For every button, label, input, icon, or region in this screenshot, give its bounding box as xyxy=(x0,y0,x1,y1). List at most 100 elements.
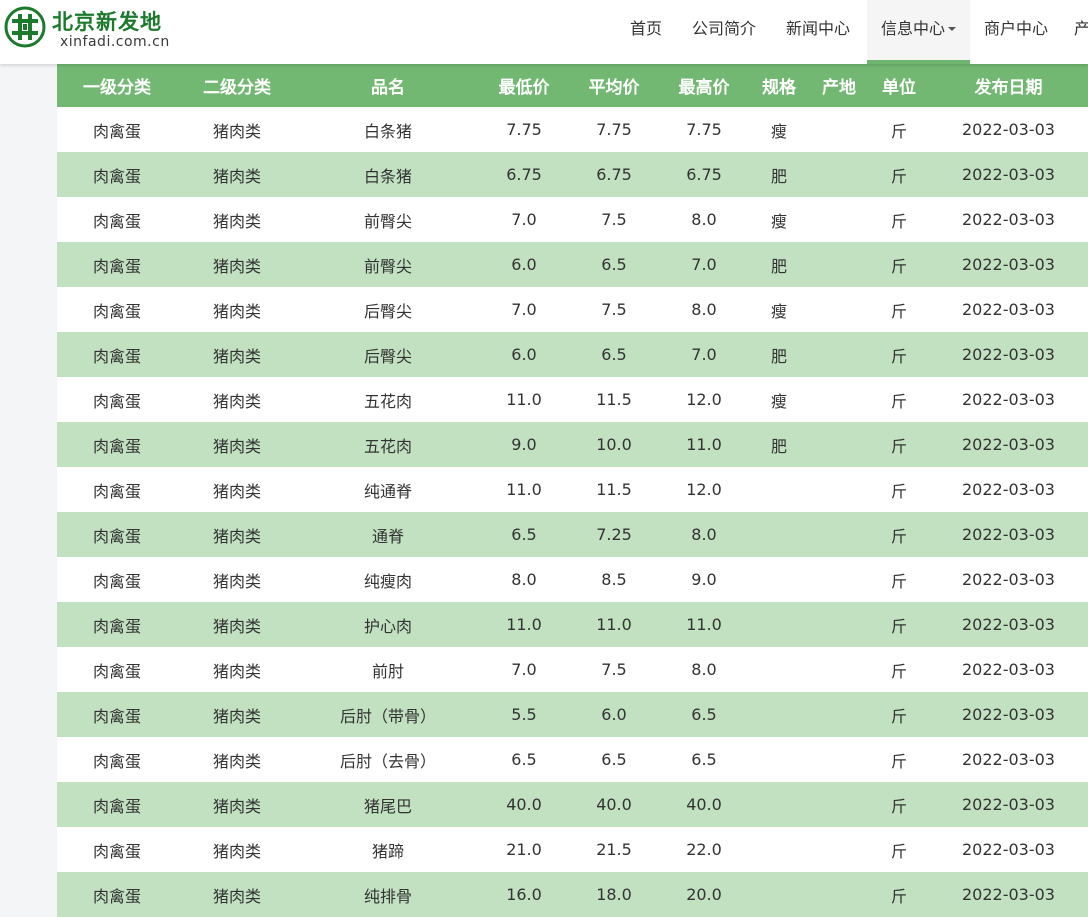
nav-item-company-intro[interactable]: 公司简介 xyxy=(680,0,768,64)
avg-price-cell: 6.5 xyxy=(569,242,659,287)
category-l2-cell: 猪肉类 xyxy=(177,692,297,737)
table-row: 肉禽蛋 猪肉类 猪尾巴 40.0 40.0 40.0 斤 2022-03-03 xyxy=(57,782,1088,827)
table-row: 肉禽蛋 猪肉类 后臀尖 7.0 7.5 8.0 瘦 斤 2022-03-03 xyxy=(57,287,1088,332)
category-l2-cell: 猪肉类 xyxy=(177,602,297,647)
spec-cell xyxy=(749,467,809,512)
date-cell: 2022-03-03 xyxy=(929,467,1088,512)
main-nav: 首页 公司简介 新闻中心 信息中心 商户中心 产 xyxy=(616,0,1088,64)
unit-cell: 斤 xyxy=(869,242,929,287)
nav-item-info-center[interactable]: 信息中心 xyxy=(867,0,970,64)
column-header: 品名 xyxy=(297,64,479,107)
max-price-cell: 40.0 xyxy=(659,782,749,827)
nav-item-merchant-center[interactable]: 商户中心 xyxy=(972,0,1060,64)
max-price-cell: 22.0 xyxy=(659,827,749,872)
max-price-cell: 11.0 xyxy=(659,602,749,647)
unit-cell: 斤 xyxy=(869,467,929,512)
product-name-cell: 猪蹄 xyxy=(297,827,479,872)
avg-price-cell: 6.5 xyxy=(569,737,659,782)
origin-cell xyxy=(809,467,869,512)
spec-cell xyxy=(749,872,809,917)
table-row: 肉禽蛋 猪肉类 纯瘦肉 8.0 8.5 9.0 斤 2022-03-03 xyxy=(57,557,1088,602)
spec-cell: 瘦 xyxy=(749,197,809,242)
min-price-cell: 21.0 xyxy=(479,827,569,872)
nav-item-news-center[interactable]: 新闻中心 xyxy=(774,0,862,64)
logo-domain: xinfadi.com.cn xyxy=(60,34,170,50)
avg-price-cell: 21.5 xyxy=(569,827,659,872)
date-cell: 2022-03-03 xyxy=(929,737,1088,782)
origin-cell xyxy=(809,737,869,782)
date-cell: 2022-03-03 xyxy=(929,647,1088,692)
category-l1-cell: 肉禽蛋 xyxy=(57,242,177,287)
unit-cell: 斤 xyxy=(869,287,929,332)
spec-cell xyxy=(749,602,809,647)
max-price-cell: 12.0 xyxy=(659,467,749,512)
unit-cell: 斤 xyxy=(869,512,929,557)
min-price-cell: 8.0 xyxy=(479,557,569,602)
min-price-cell: 7.0 xyxy=(479,197,569,242)
product-name-cell: 前臀尖 xyxy=(297,197,479,242)
min-price-cell: 6.0 xyxy=(479,242,569,287)
unit-cell: 斤 xyxy=(869,377,929,422)
origin-cell xyxy=(809,107,869,152)
column-header: 一级分类 xyxy=(57,64,177,107)
category-l2-cell: 猪肉类 xyxy=(177,737,297,782)
site-logo[interactable]: 北京新发地 xinfadi.com.cn xyxy=(4,4,194,56)
origin-cell xyxy=(809,287,869,332)
date-cell: 2022-03-03 xyxy=(929,782,1088,827)
unit-cell: 斤 xyxy=(869,197,929,242)
nav-item-label: 新闻中心 xyxy=(785,19,850,38)
product-name-cell: 白条猪 xyxy=(297,152,479,197)
avg-price-cell: 6.5 xyxy=(569,332,659,377)
min-price-cell: 9.0 xyxy=(479,422,569,467)
origin-cell xyxy=(809,152,869,197)
column-header: 规格 xyxy=(749,64,809,107)
spec-cell: 瘦 xyxy=(749,377,809,422)
origin-cell xyxy=(809,422,869,467)
category-l2-cell: 猪肉类 xyxy=(177,377,297,422)
category-l2-cell: 猪肉类 xyxy=(177,647,297,692)
column-header: 单位 xyxy=(869,64,929,107)
spec-cell: 肥 xyxy=(749,422,809,467)
unit-cell: 斤 xyxy=(869,692,929,737)
category-l2-cell: 猪肉类 xyxy=(177,782,297,827)
date-cell: 2022-03-03 xyxy=(929,422,1088,467)
nav-item-truncated[interactable]: 产 xyxy=(1074,0,1088,64)
origin-cell xyxy=(809,872,869,917)
min-price-cell: 6.0 xyxy=(479,332,569,377)
column-header: 二级分类 xyxy=(177,64,297,107)
nav-item-label: 公司简介 xyxy=(691,19,756,38)
column-header: 平均价 xyxy=(569,64,659,107)
column-header: 最低价 xyxy=(479,64,569,107)
max-price-cell: 8.0 xyxy=(659,512,749,557)
origin-cell xyxy=(809,377,869,422)
unit-cell: 斤 xyxy=(869,872,929,917)
table-row: 肉禽蛋 猪肉类 前臀尖 6.0 6.5 7.0 肥 斤 2022-03-03 xyxy=(57,242,1088,287)
product-name-cell: 白条猪 xyxy=(297,107,479,152)
category-l2-cell: 猪肉类 xyxy=(177,242,297,287)
nav-item-label: 首页 xyxy=(629,19,662,38)
avg-price-cell: 7.5 xyxy=(569,287,659,332)
min-price-cell: 7.0 xyxy=(479,287,569,332)
category-l1-cell: 肉禽蛋 xyxy=(57,827,177,872)
max-price-cell: 12.0 xyxy=(659,377,749,422)
category-l1-cell: 肉禽蛋 xyxy=(57,152,177,197)
category-l1-cell: 肉禽蛋 xyxy=(57,602,177,647)
table-row: 肉禽蛋 猪肉类 纯通脊 11.0 11.5 12.0 斤 2022-03-03 xyxy=(57,467,1088,512)
min-price-cell: 40.0 xyxy=(479,782,569,827)
table-row: 肉禽蛋 猪肉类 五花肉 11.0 11.5 12.0 瘦 斤 2022-03-03 xyxy=(57,377,1088,422)
max-price-cell: 8.0 xyxy=(659,287,749,332)
avg-price-cell: 7.5 xyxy=(569,197,659,242)
table-body: 肉禽蛋 猪肉类 白条猪 7.75 7.75 7.75 瘦斤 2022-03-03 肉禽蛋 猪肉类白… xyxy=(57,107,1088,917)
table-row: 肉禽蛋 猪肉类 护心肉 11.0 11.0 11.0 斤 2022-03-03 xyxy=(57,602,1088,647)
max-price-cell: 6.5 xyxy=(659,737,749,782)
category-l1-cell: 肉禽蛋 xyxy=(57,737,177,782)
category-l2-cell: 猪肉类 xyxy=(177,332,297,377)
unit-cell: 斤 xyxy=(869,107,929,152)
product-name-cell: 后肘（去骨） xyxy=(297,737,479,782)
category-l2-cell: 猪肉类 xyxy=(177,827,297,872)
unit-cell: 斤 xyxy=(869,332,929,377)
nav-item-home[interactable]: 首页 xyxy=(616,0,676,64)
date-cell: 2022-03-03 xyxy=(929,242,1088,287)
max-price-cell: 20.0 xyxy=(659,872,749,917)
logo-chinese-name: 北京新发地 xyxy=(52,9,162,34)
